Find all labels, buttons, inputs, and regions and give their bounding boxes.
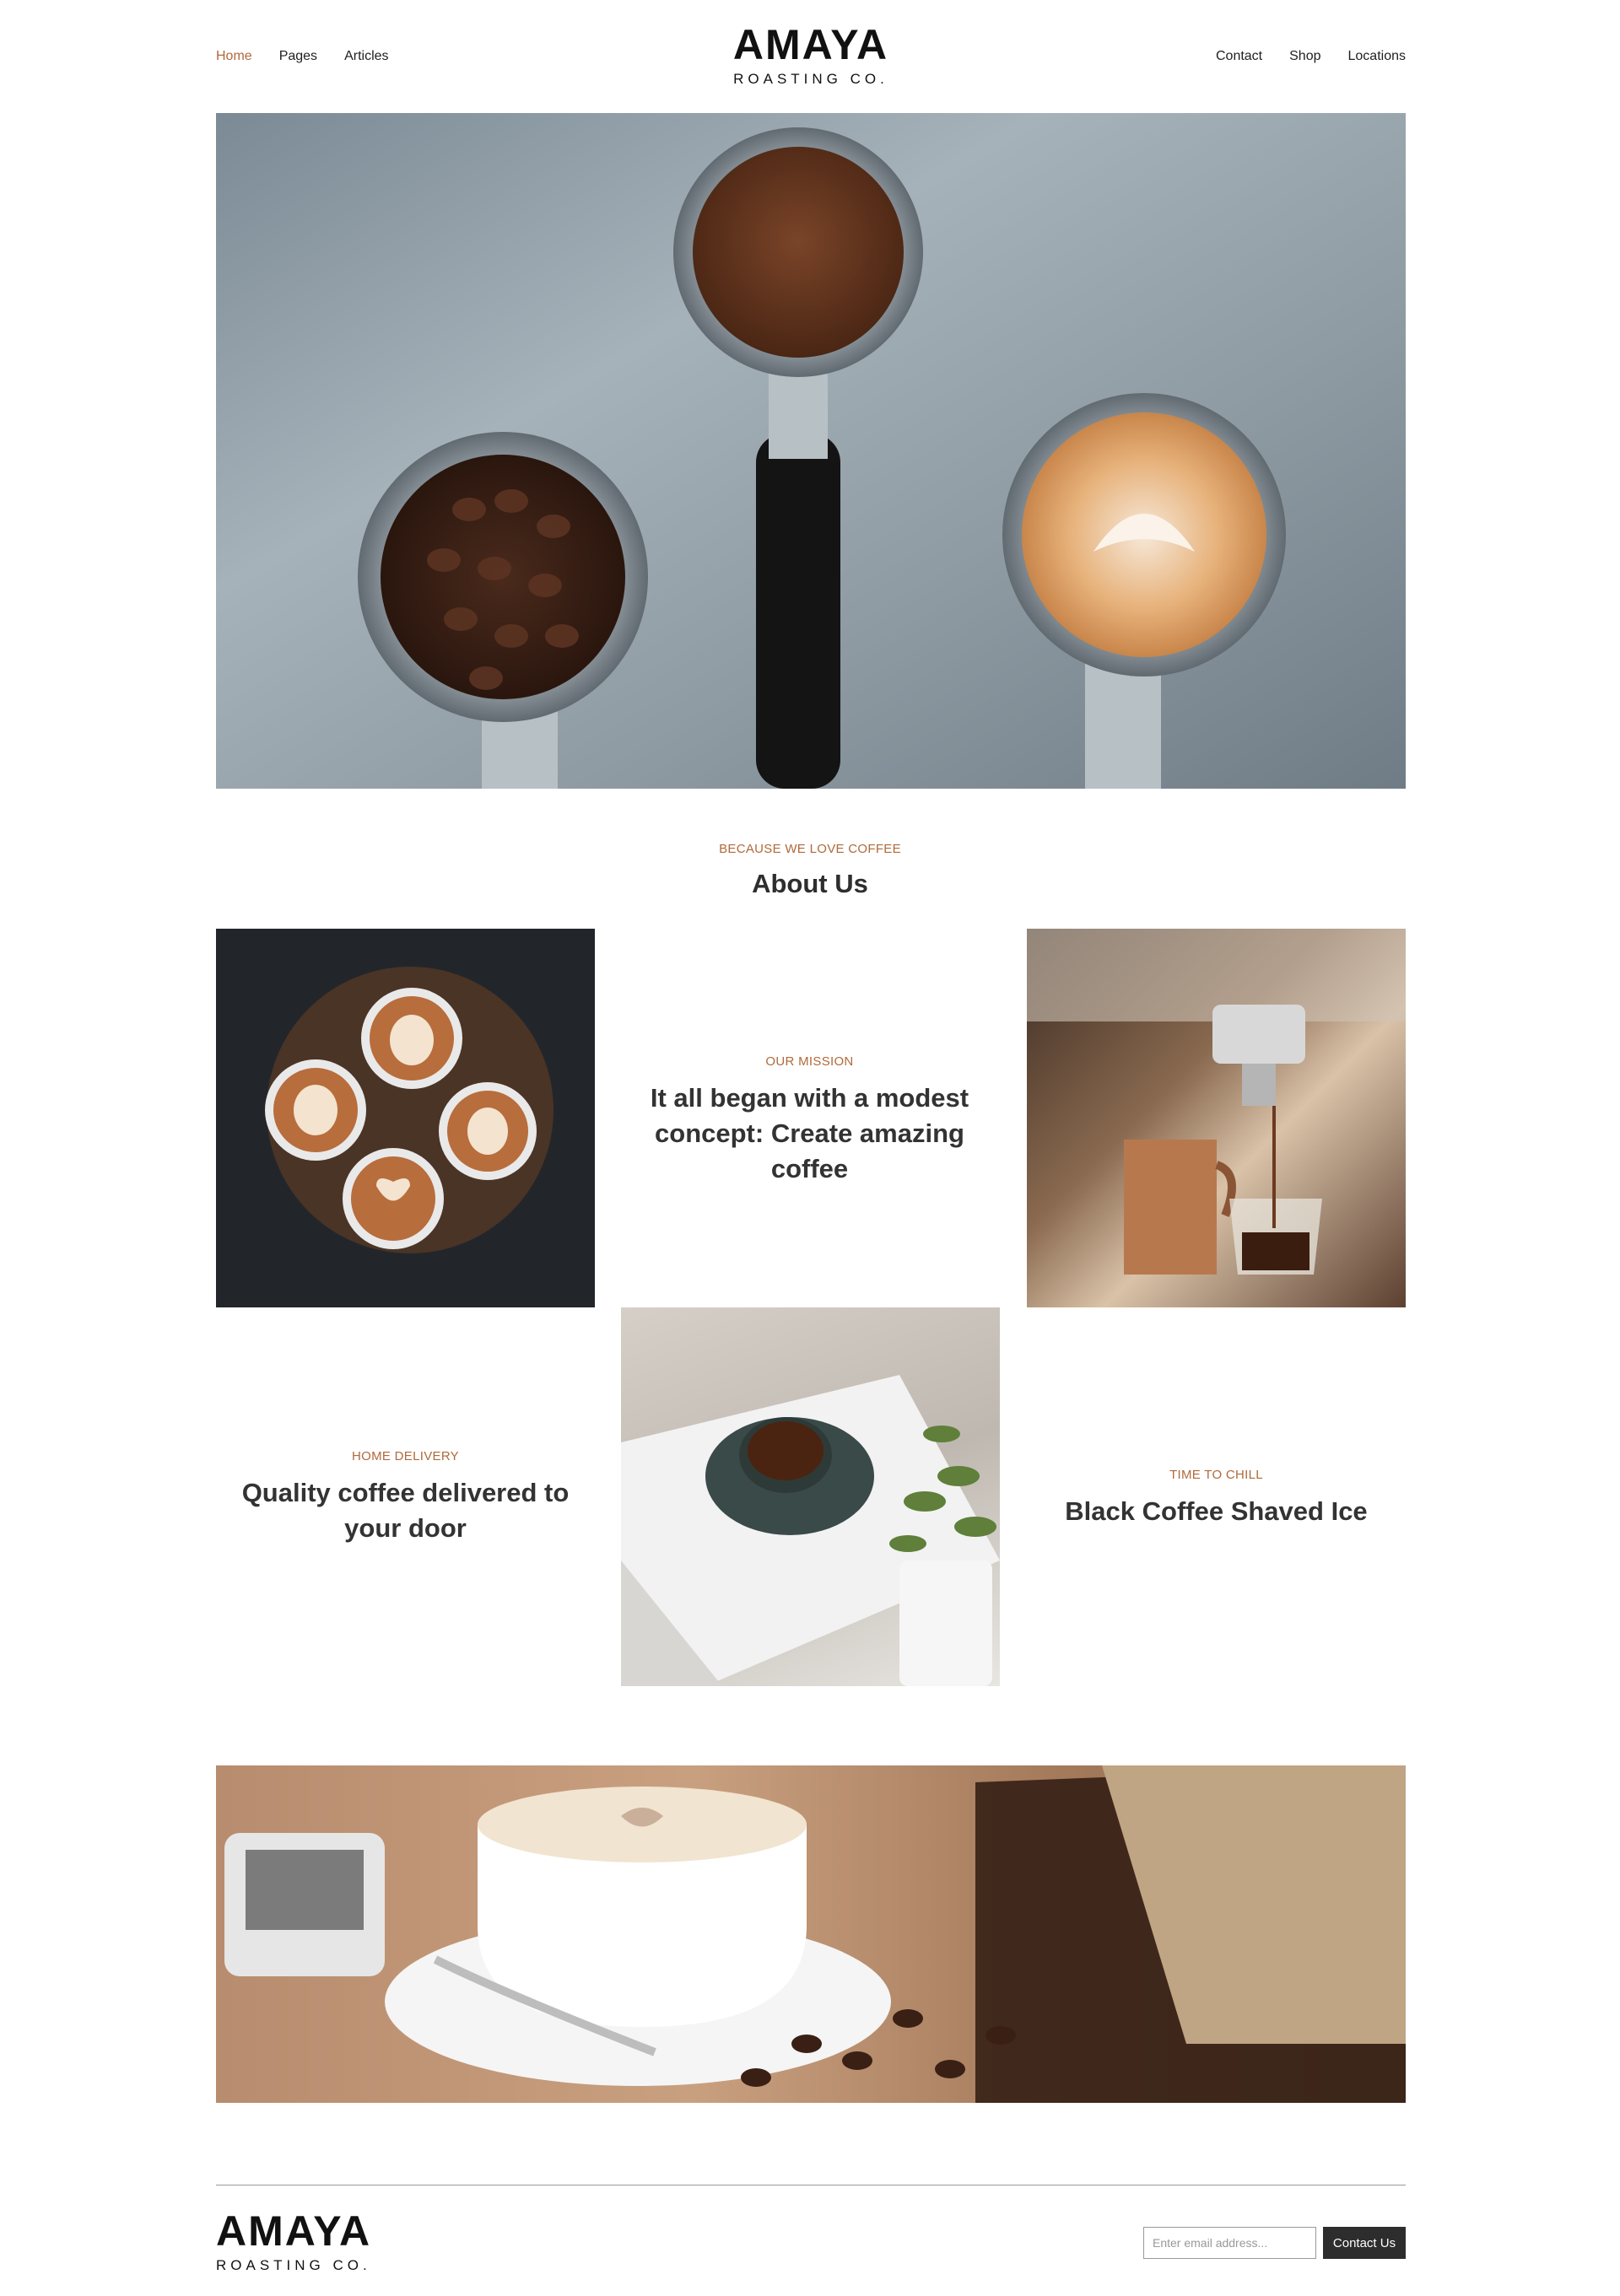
logo-wordmark: AMAYA xyxy=(732,21,889,68)
site-logo[interactable]: AMAYA ROASTING CO. xyxy=(733,24,888,88)
delivery-tile: HOME DELIVERY Quality coffee delivered t… xyxy=(216,1449,595,1546)
footer-contact-form: Contact Us xyxy=(1143,2227,1406,2259)
latte-cups-image xyxy=(216,929,595,1307)
latte-cups-illustration xyxy=(265,967,554,1253)
nav-articles-link[interactable]: Articles xyxy=(344,49,388,64)
chill-eyebrow: TIME TO CHILL xyxy=(1169,1468,1263,1482)
email-input[interactable] xyxy=(1143,2227,1316,2259)
nav-home-link[interactable]: Home xyxy=(216,49,252,64)
mission-title: It all began with a modest concept: Crea… xyxy=(650,1083,969,1183)
coffee-book-image xyxy=(621,1307,1000,1686)
delivery-eyebrow: HOME DELIVERY xyxy=(352,1449,459,1463)
nav-pages-link[interactable]: Pages xyxy=(279,49,317,64)
footer-logo[interactable]: AMAYA ROASTING CO. xyxy=(216,2210,371,2274)
mission-tile: OUR MISSION It all began with a modest c… xyxy=(620,1054,999,1187)
coffee-cup-beans-illustration xyxy=(224,1765,1406,2103)
footer-logo-wordmark: AMAYA xyxy=(216,2207,372,2255)
logo-tagline: ROASTING CO. xyxy=(733,71,888,87)
nav-shop-link[interactable]: Shop xyxy=(1289,49,1320,64)
mission-eyebrow: OUR MISSION xyxy=(765,1054,854,1069)
coffee-cup-beans-image xyxy=(216,1765,1406,2103)
espresso-machine-illustration xyxy=(1027,929,1406,1275)
footer-logo-tagline: ROASTING CO. xyxy=(216,2257,371,2273)
espresso-machine-image xyxy=(1027,929,1406,1307)
chill-tile: TIME TO CHILL Black Coffee Shaved Ice xyxy=(1027,1468,1406,1529)
contact-us-button[interactable]: Contact Us xyxy=(1323,2227,1406,2259)
site-header: Home Pages Articles AMAYA ROASTING CO. C… xyxy=(216,0,1406,113)
about-eyebrow: BECAUSE WE LOVE COFFEE xyxy=(719,842,901,856)
coffee-book-illustration xyxy=(621,1375,1000,1686)
hero-portafilters-illustration xyxy=(358,127,1286,789)
about-title: About Us xyxy=(752,869,868,898)
nav-left: Home Pages Articles xyxy=(216,49,389,64)
nav-right: Contact Shop Locations xyxy=(1216,49,1406,64)
nav-contact-link[interactable]: Contact xyxy=(1216,49,1262,64)
nav-locations-link[interactable]: Locations xyxy=(1348,49,1407,64)
footer-divider xyxy=(216,2185,1406,2186)
chill-title: Black Coffee Shaved Ice xyxy=(1065,1496,1368,1526)
hero-image xyxy=(216,113,1406,789)
delivery-title: Quality coffee delivered to your door xyxy=(241,1478,570,1543)
